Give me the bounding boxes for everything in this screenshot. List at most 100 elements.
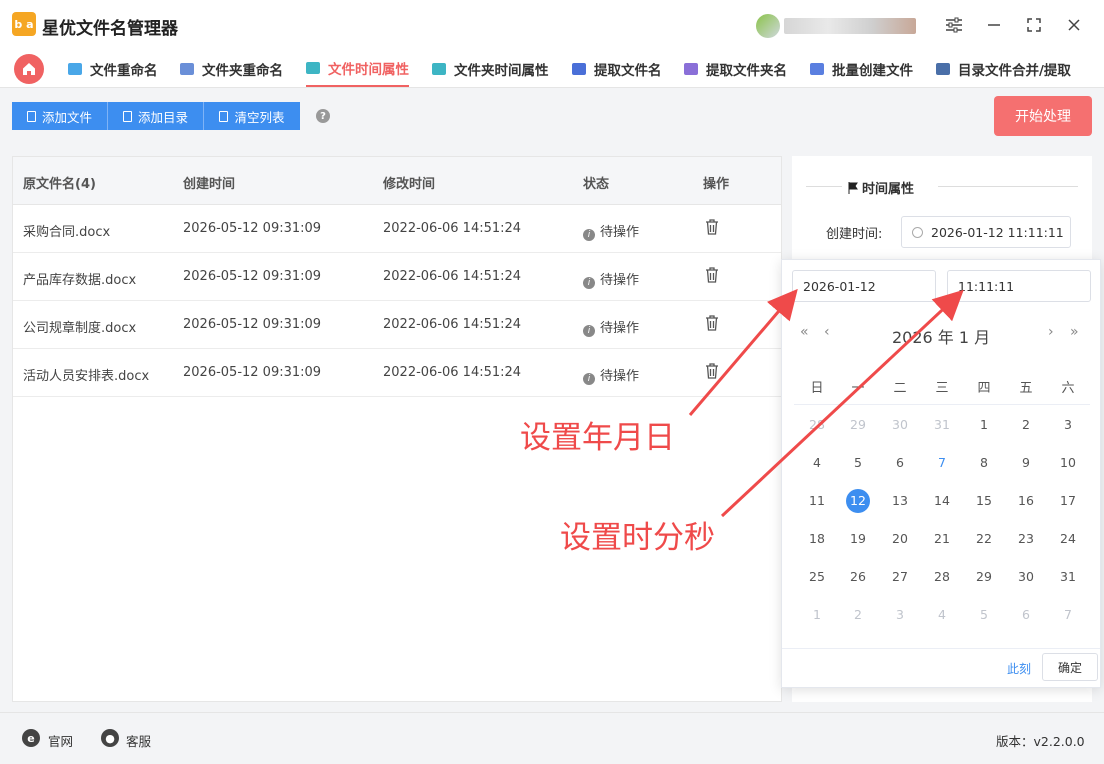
calendar-day[interactable]: 2 (1014, 413, 1038, 437)
table-header: 原文件名(4) 创建时间 修改时间 状态 操作 (13, 157, 781, 205)
picker-date-input[interactable]: 2026-01-12 (792, 270, 936, 302)
calendar-day[interactable]: 6 (1014, 603, 1038, 627)
calendar-day[interactable]: 30 (1014, 565, 1038, 589)
calendar-day[interactable]: 15 (972, 489, 996, 513)
calendar-day[interactable]: 10 (1056, 451, 1080, 475)
calendar-day[interactable]: 1 (805, 603, 829, 627)
table-row[interactable]: 活动人员安排表.docx 2026-05-12 09:31:09 2022-06… (13, 349, 781, 397)
tab-label: 批量创建文件 (832, 62, 913, 79)
section-title-text: 时间属性 (862, 182, 915, 197)
calendar-day[interactable]: 29 (846, 413, 870, 437)
delete-row-icon[interactable] (705, 315, 719, 331)
column-header-status: 状态 (583, 177, 610, 192)
calendar-day[interactable]: 1 (972, 413, 996, 437)
calendar-day[interactable]: 3 (888, 603, 912, 627)
calendar-day[interactable]: 30 (888, 413, 912, 437)
minimize-icon[interactable] (981, 12, 1007, 38)
user-avatar[interactable] (756, 14, 780, 38)
clear-list-label: 清空列表 (234, 109, 285, 125)
cell-modified: 2022-06-06 14:51:24 (383, 317, 522, 332)
tab-dir-merge-extract[interactable]: 目录文件合并/提取 (936, 50, 1071, 87)
tab-folder-rename[interactable]: 文件夹重命名 (180, 50, 283, 87)
calendar-day[interactable]: 31 (930, 413, 954, 437)
tab-extract-filenames[interactable]: 提取文件名 (572, 50, 662, 87)
weekday-label: 三 (935, 381, 949, 396)
tab-batch-create-files[interactable]: 批量创建文件 (810, 50, 913, 87)
add-file-button[interactable]: 添加文件 (12, 102, 108, 130)
close-icon[interactable] (1061, 12, 1087, 38)
calendar-day[interactable]: 8 (972, 451, 996, 475)
delete-row-icon[interactable] (705, 219, 719, 235)
calendar-day-today[interactable]: 7 (930, 451, 954, 475)
calendar-day[interactable]: 5 (972, 603, 996, 627)
calendar-day[interactable]: 6 (888, 451, 912, 475)
website-link[interactable]: 官网 (48, 731, 73, 750)
calendar-day[interactable]: 28 (805, 413, 829, 437)
clear-list-button[interactable]: 清空列表 (204, 102, 300, 130)
calendar-day[interactable]: 2 (846, 603, 870, 627)
table-row[interactable]: 公司规章制度.docx 2026-05-12 09:31:09 2022-06-… (13, 301, 781, 349)
calendar-day[interactable]: 27 (888, 565, 912, 589)
annotation-set-time: 设置时分秒 (560, 520, 715, 556)
tab-dir-merge-icon (936, 62, 950, 75)
prev-month-button[interactable]: ‹ (824, 324, 830, 340)
cell-status: i 待操作 (583, 317, 639, 337)
calendar-day[interactable]: 28 (930, 565, 954, 589)
calendar-day-selected[interactable]: 12 (846, 489, 870, 513)
calendar-day[interactable]: 4 (805, 451, 829, 475)
create-time-input[interactable]: 2026-01-12 11:11:11 (901, 216, 1071, 248)
home-button[interactable] (14, 54, 44, 84)
maximize-icon[interactable] (1021, 12, 1047, 38)
tab-extract-foldernames[interactable]: 提取文件夹名 (684, 50, 787, 87)
tab-file-rename[interactable]: 文件重命名 (68, 50, 158, 87)
calendar-day[interactable]: 19 (846, 527, 870, 551)
tab-label: 文件夹重命名 (202, 62, 283, 79)
calendar-day[interactable]: 9 (1014, 451, 1038, 475)
tab-file-time-attributes[interactable]: 文件时间属性 (306, 50, 409, 87)
calendar-day[interactable]: 23 (1014, 527, 1038, 551)
delete-row-icon[interactable] (705, 363, 719, 379)
calendar-day[interactable]: 16 (1014, 489, 1038, 513)
help-icon[interactable]: ? (316, 109, 330, 123)
calendar-day[interactable]: 21 (930, 527, 954, 551)
info-icon: i (583, 373, 595, 385)
calendar-day[interactable]: 25 (805, 565, 829, 589)
calendar-day[interactable]: 17 (1056, 489, 1080, 513)
picker-confirm-button[interactable]: 确定 (1042, 653, 1098, 681)
calendar-day[interactable]: 18 (805, 527, 829, 551)
footer: e 官网 ● 客服 版本：v2.2.0.0 (0, 712, 1104, 764)
create-time-value: 2026-01-12 11:11:11 (931, 224, 1064, 240)
calendar-day[interactable]: 24 (1056, 527, 1080, 551)
next-month-button[interactable]: › (1048, 324, 1054, 340)
table-row[interactable]: 产品库存数据.docx 2026-05-12 09:31:09 2022-06-… (13, 253, 781, 301)
add-directory-button[interactable]: 添加目录 (108, 102, 204, 130)
calendar-day[interactable]: 11 (805, 489, 829, 513)
calendar-day[interactable]: 14 (930, 489, 954, 513)
calendar-day[interactable]: 26 (846, 565, 870, 589)
picker-time-input[interactable]: 11:11:11 (947, 270, 1091, 302)
calendar-day[interactable]: 4 (930, 603, 954, 627)
info-icon: i (583, 229, 595, 241)
calendar-day[interactable]: 31 (1056, 565, 1080, 589)
calendar-day[interactable]: 13 (888, 489, 912, 513)
picker-time-value: 11:11:11 (958, 278, 1015, 294)
cell-modified: 2022-06-06 14:51:24 (383, 365, 522, 380)
calendar-day[interactable]: 29 (972, 565, 996, 589)
calendar-day[interactable]: 7 (1056, 603, 1080, 627)
start-processing-button[interactable]: 开始处理 (994, 96, 1092, 136)
tab-label: 提取文件夹名 (706, 62, 787, 79)
picker-now-link[interactable]: 此刻 (1007, 660, 1031, 677)
tab-label: 文件时间属性 (328, 61, 409, 78)
prev-year-button[interactable]: « (800, 324, 809, 340)
table-row[interactable]: 采购合同.docx 2026-05-12 09:31:09 2022-06-06… (13, 205, 781, 253)
calendar-day[interactable]: 3 (1056, 413, 1080, 437)
support-link[interactable]: 客服 (126, 731, 151, 750)
calendar-day[interactable]: 20 (888, 527, 912, 551)
calendar-day[interactable]: 22 (972, 527, 996, 551)
settings-sliders-icon[interactable] (941, 12, 967, 38)
delete-row-icon[interactable] (705, 267, 719, 283)
next-year-button[interactable]: » (1070, 324, 1079, 340)
tab-folder-time-attributes[interactable]: 文件夹时间属性 (432, 50, 549, 87)
calendar-day[interactable]: 5 (846, 451, 870, 475)
status-text: 待操作 (600, 321, 640, 336)
